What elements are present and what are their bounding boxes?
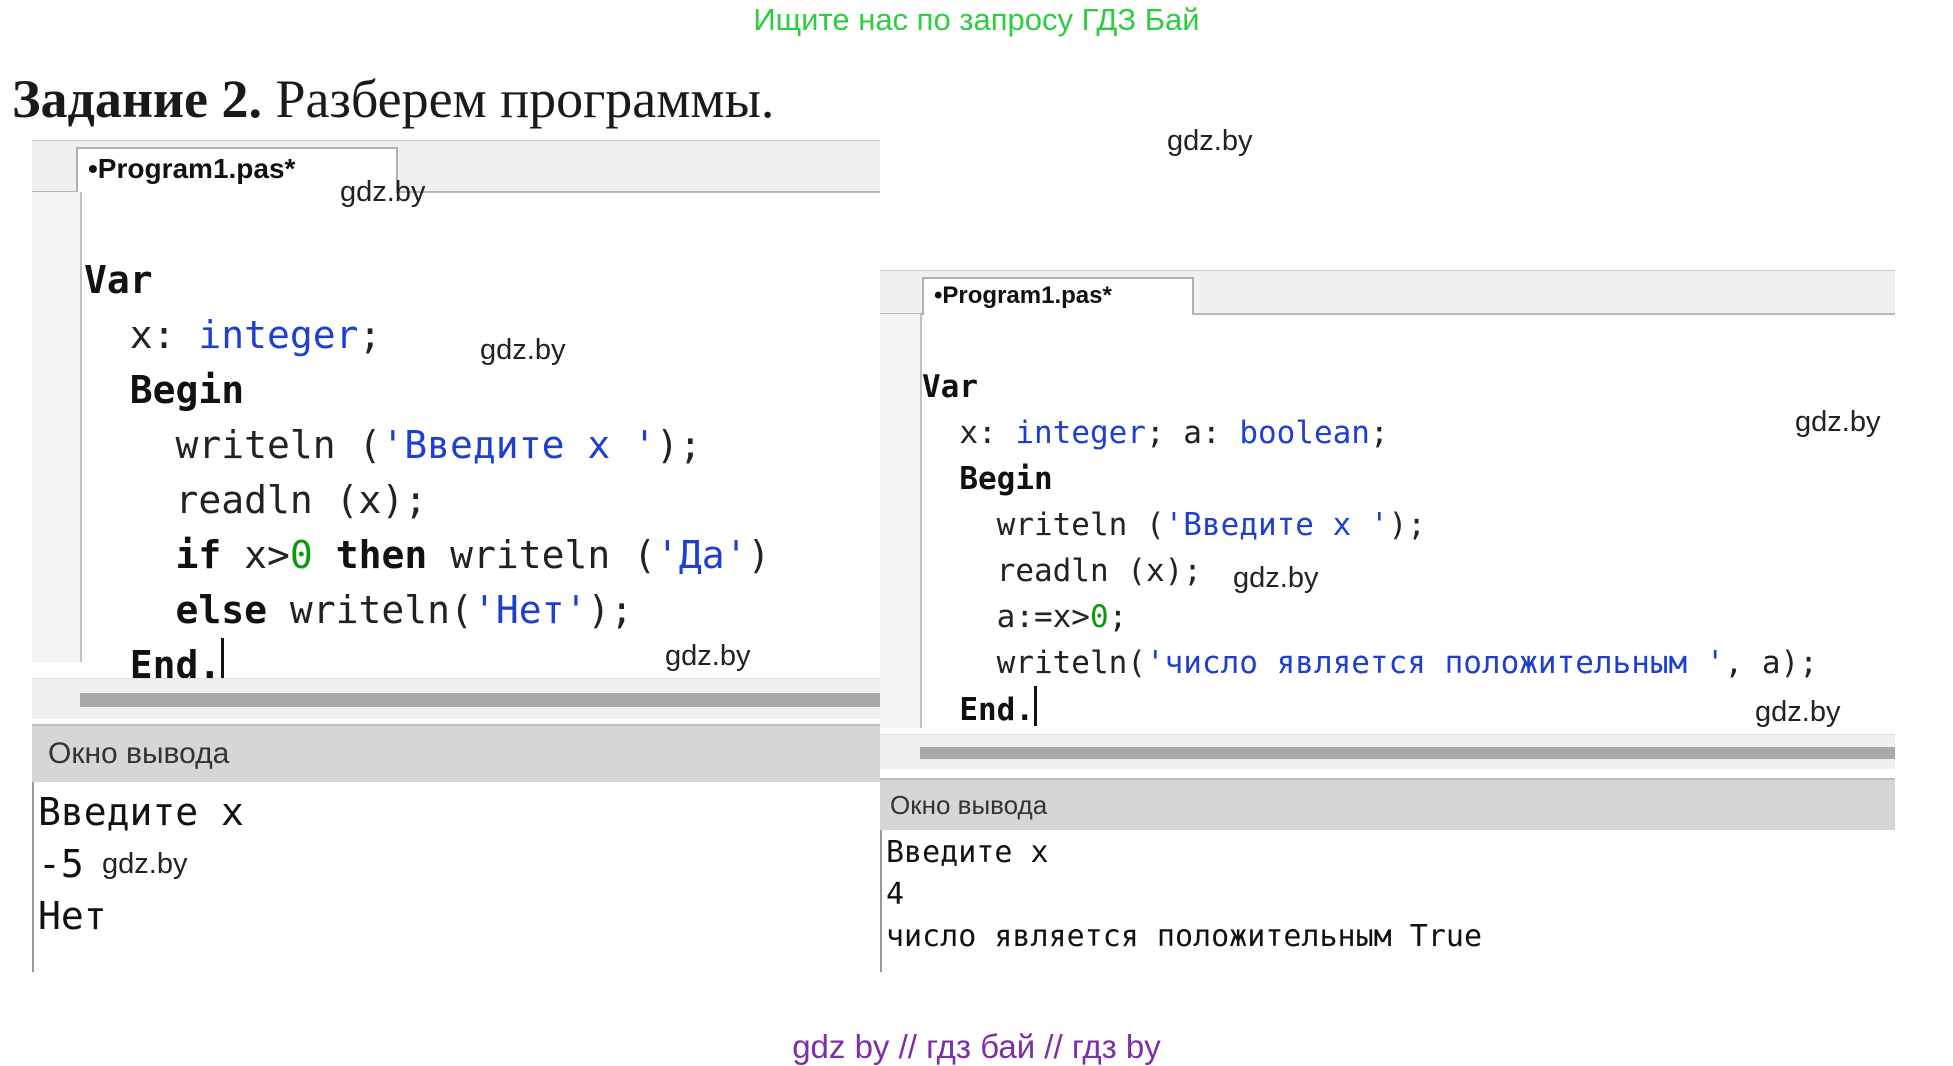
output-line: Нет bbox=[38, 894, 107, 938]
right-scrollbar-thumb[interactable] bbox=[920, 747, 1895, 759]
footer-watermark: gdz by // гдз бай // гдз by bbox=[792, 1028, 1161, 1065]
right-output-body: Введите x 4 число является положительным T… bbox=[880, 830, 1895, 972]
code-line-assign: a:=x>0; bbox=[996, 599, 1128, 635]
code-line-readln: readln (x); bbox=[175, 478, 428, 522]
code-line-writeln: writeln ('Введите x '); bbox=[175, 423, 702, 467]
task-title: Задание 2. Разберем программы. bbox=[12, 68, 774, 130]
code-line-decl: x: integer; bbox=[129, 313, 382, 357]
top-banner: Ищите нас по запросу ГДЗ Бай bbox=[753, 2, 1200, 37]
code-line-end: End. bbox=[922, 686, 1818, 733]
right-ide-window: •Program1.pas* Var x: integer; a: boolea… bbox=[880, 270, 1895, 972]
output-line: 4 bbox=[886, 877, 905, 912]
output-line: Введите x bbox=[38, 790, 244, 834]
watermark: gdz.by bbox=[1795, 406, 1881, 438]
watermark: gdz.by bbox=[1755, 696, 1841, 728]
code-line-writeln2: writeln('число является положительным ',… bbox=[996, 645, 1818, 681]
watermark: gdz.by bbox=[102, 848, 188, 880]
right-file-tab[interactable]: •Program1.pas* bbox=[922, 277, 1194, 315]
code-line-else: else writeln('Нет'); bbox=[175, 588, 634, 632]
watermark: gdz.by bbox=[1167, 125, 1253, 157]
output-line: число является положительным True bbox=[886, 919, 1483, 954]
left-horizontal-scrollbar[interactable] bbox=[32, 678, 880, 719]
right-horizontal-scrollbar[interactable] bbox=[880, 734, 1895, 769]
left-output-header: Окно вывода bbox=[32, 724, 880, 782]
task-text: Разберем программы. bbox=[262, 69, 775, 129]
code-line-begin: Begin bbox=[129, 368, 245, 412]
right-editor-gutter bbox=[880, 314, 922, 728]
code-line-if: if x>0 then writeln ('Да') bbox=[175, 533, 771, 577]
watermark: gdz.by bbox=[340, 176, 426, 208]
code-line-readln: readln (x); bbox=[996, 553, 1202, 589]
task-number: Задание 2. bbox=[12, 69, 263, 129]
code-line-writeln: writeln ('Введите x '); bbox=[996, 507, 1426, 543]
watermark: gdz.by bbox=[665, 640, 751, 672]
right-output-header: Окно вывода bbox=[880, 778, 1895, 830]
right-tab-bar: •Program1.pas* bbox=[880, 270, 1895, 315]
code-line-decl: x: integer; a: boolean; bbox=[959, 415, 1389, 451]
code-line-begin: Begin bbox=[959, 461, 1053, 497]
code-line-var: Var bbox=[84, 258, 153, 302]
output-line: Введите x bbox=[886, 835, 1049, 870]
left-tab-bar: •Program1.pas* bbox=[32, 140, 880, 193]
left-scrollbar-thumb[interactable] bbox=[80, 693, 880, 707]
left-editor-gutter bbox=[32, 192, 82, 662]
watermark: gdz.by bbox=[480, 334, 566, 366]
watermark: gdz.by bbox=[1233, 562, 1319, 594]
text-cursor bbox=[1033, 686, 1037, 726]
code-line-var: Var bbox=[922, 369, 978, 405]
